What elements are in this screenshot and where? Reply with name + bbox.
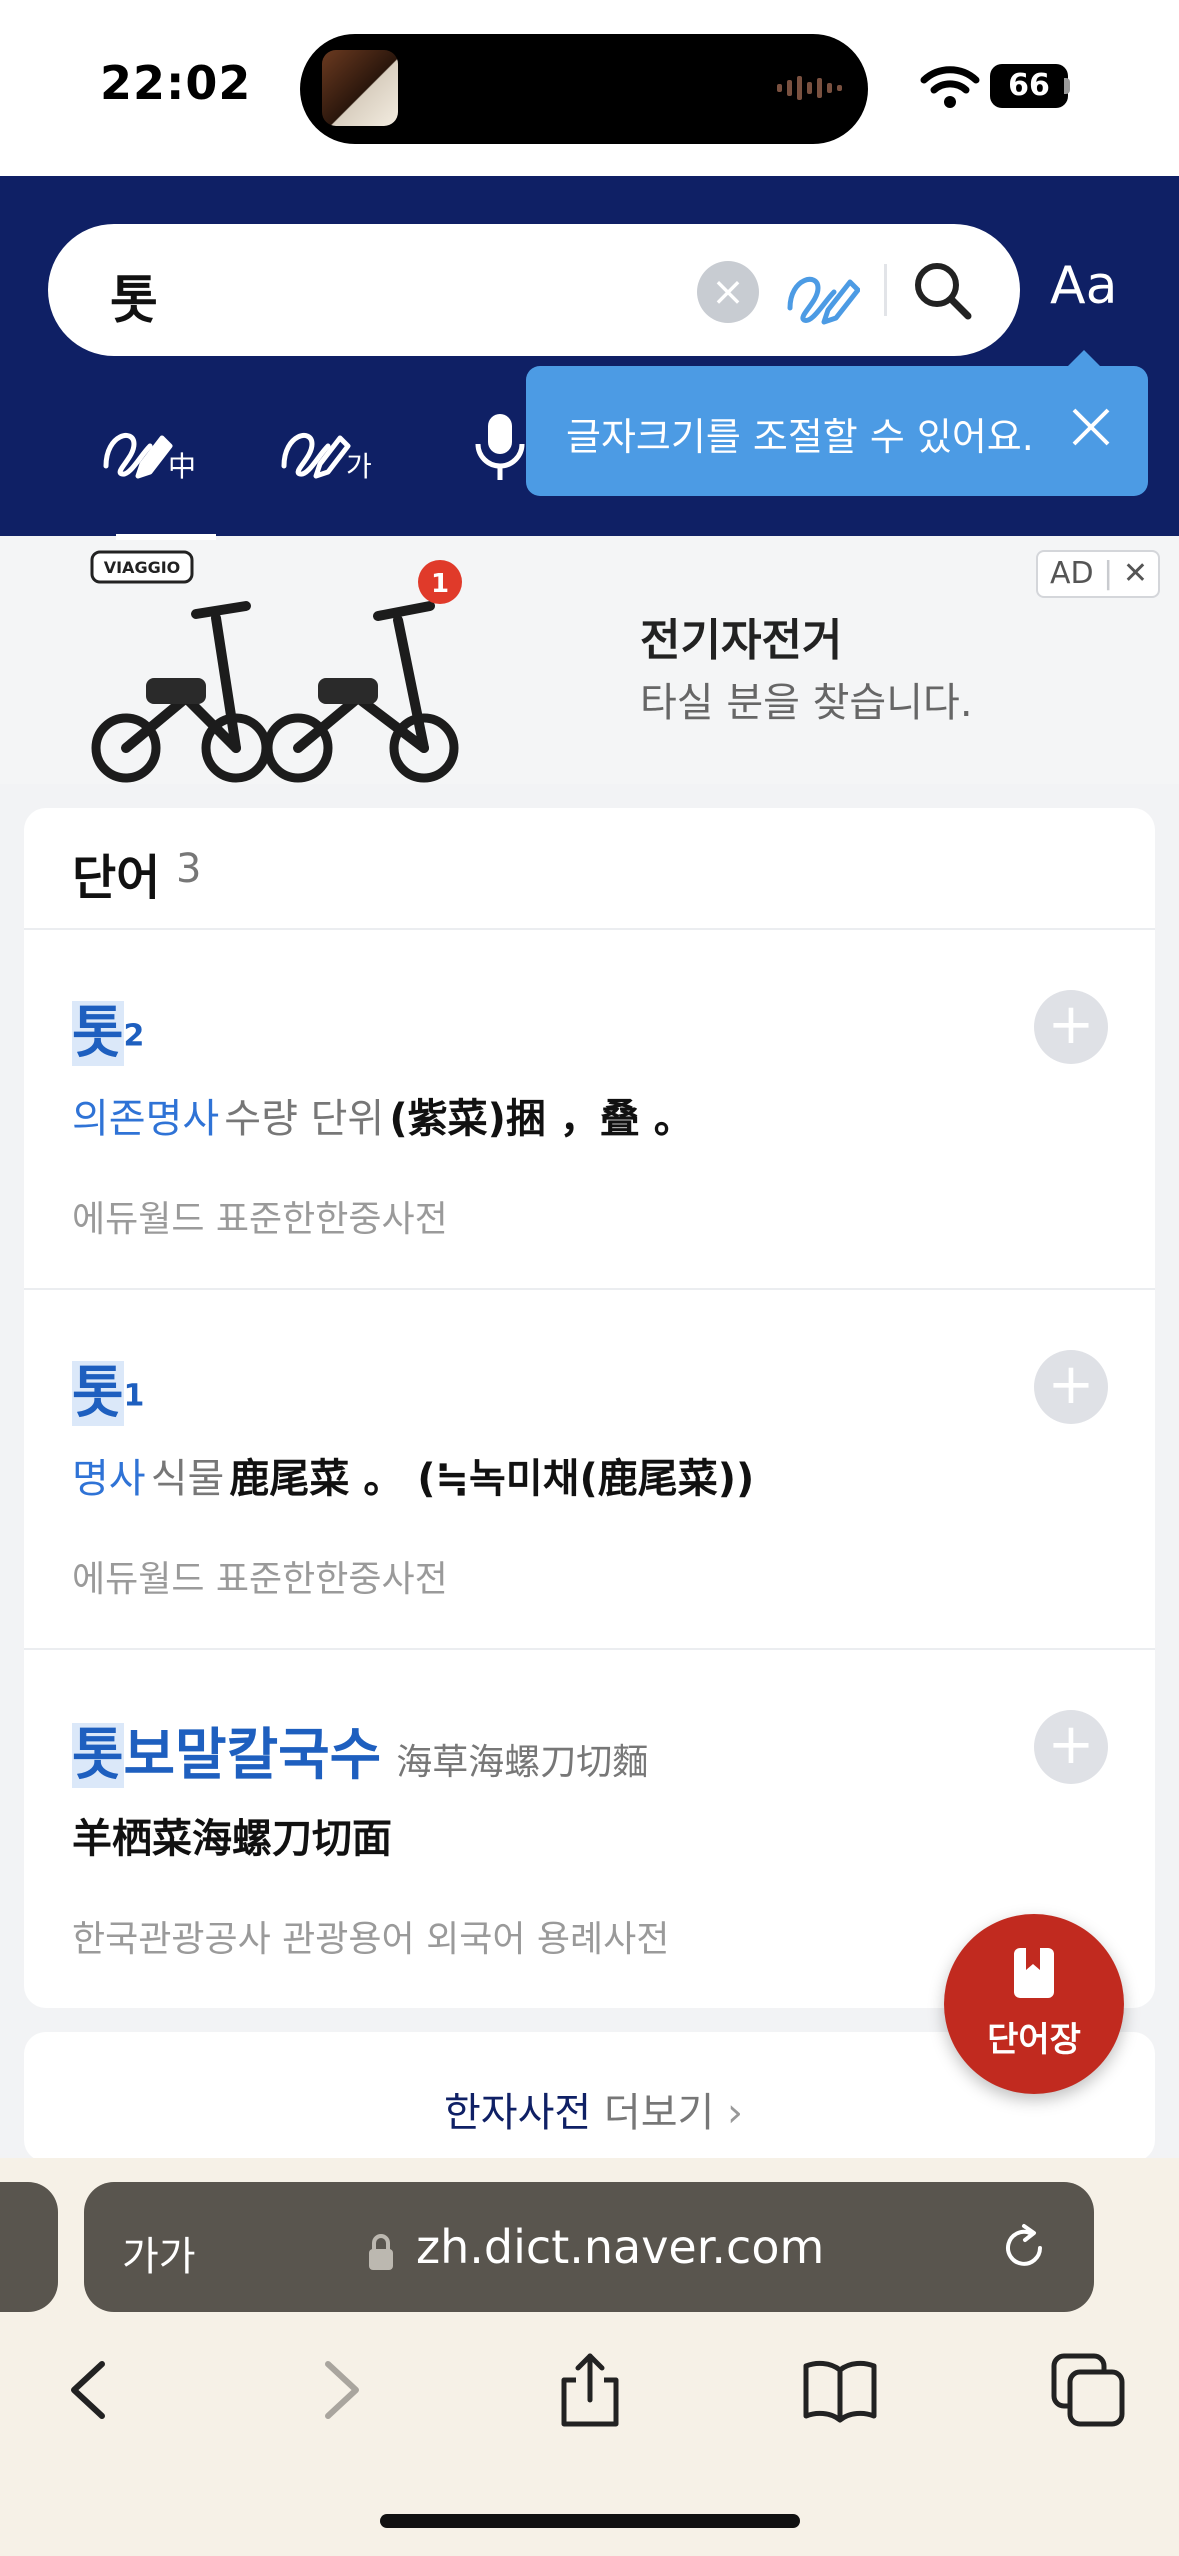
ad-image-bikes[interactable]: VIAGGIO 1 <box>86 548 476 784</box>
ad-tag-label: AD <box>1050 556 1094 591</box>
bookmarks-icon[interactable] <box>800 2350 880 2430</box>
handwriting-icon[interactable] <box>784 258 860 328</box>
tool-label-chinese: 中 <box>168 450 196 480</box>
entry-meaning: (紫菜)捆 ，叠 。 <box>389 1096 694 1142</box>
back-icon[interactable] <box>50 2350 130 2430</box>
entry-sense: 수량 단위 <box>224 1096 385 1142</box>
entry-definition: 명사 식물 鹿尾菜 。 (≒녹미채(鹿尾菜)) <box>72 1446 754 1504</box>
close-icon[interactable] <box>1066 402 1116 452</box>
entry-word-match[interactable]: 톳 <box>72 1723 124 1788</box>
battery-tip <box>1064 78 1070 94</box>
wordbook-label[interactable]: 단어장 <box>944 2012 1124 2061</box>
entry-homonym-number: 2 <box>123 1018 145 1054</box>
entry-title[interactable]: 톳2 <box>72 988 144 1069</box>
status-time: 22:02 <box>100 56 252 110</box>
tabs-icon[interactable] <box>1048 2350 1128 2430</box>
bookmark-book-icon <box>1014 1948 1054 1998</box>
handwriting-chinese-icon[interactable]: 中 <box>100 410 200 480</box>
clear-search-button[interactable]: × <box>697 261 759 323</box>
entry-homonym-number: 1 <box>123 1378 145 1414</box>
part-of-speech: 명사 <box>72 1456 146 1502</box>
reload-icon[interactable] <box>998 2222 1050 2274</box>
forward-icon[interactable] <box>300 2350 380 2430</box>
entry-definition: 의존명사 수량 단위 (紫菜)捆 ，叠 。 <box>72 1086 694 1144</box>
previous-tab-peek[interactable] <box>0 2182 58 2312</box>
chevron-right-icon: › <box>727 2090 744 2136</box>
ad-title[interactable]: 전기자전거 <box>640 604 842 668</box>
divider <box>24 1288 1155 1290</box>
close-icon[interactable]: ✕ <box>1123 556 1148 591</box>
entry-word[interactable]: 톳 <box>72 1361 124 1426</box>
hanja-dictionary-more-link[interactable]: 한자사전 더보기 › <box>444 2080 743 2138</box>
add-to-wordbook-button[interactable]: + <box>1034 990 1108 1064</box>
tooltip-text: 글자크기를 조절할 수 있어요. <box>566 415 1034 459</box>
text-size-button[interactable]: 가가 <box>122 2224 196 2282</box>
divider <box>24 1648 1155 1650</box>
entry-source[interactable]: 한국관광공사 관광용어 외국어 용례사전 <box>72 1910 669 1962</box>
tool-label-korean: 가 <box>346 450 372 480</box>
entry-meaning: 鹿尾菜 。 (≒녹미채(鹿尾菜)) <box>229 1456 755 1502</box>
entry-source[interactable]: 에듀월드 표준한한중사전 <box>72 1190 448 1242</box>
wifi-icon <box>920 66 980 108</box>
search-input[interactable] <box>48 224 1020 356</box>
ad-badge: 1 <box>431 569 449 599</box>
results-count: 3 <box>176 846 202 892</box>
entry-word[interactable]: 톳 <box>72 1001 124 1066</box>
add-to-wordbook-button[interactable]: + <box>1034 1350 1108 1424</box>
search-icon[interactable] <box>910 258 976 324</box>
ad-subtitle[interactable]: 타실 분을 찾습니다. <box>640 670 973 728</box>
results-heading: 단어 <box>72 850 161 906</box>
ad-brand-label: VIAGGIO <box>104 558 181 577</box>
entry-meaning: 羊栖菜海螺刀切面 <box>72 1816 392 1862</box>
entry-source[interactable]: 에듀월드 표준한한중사전 <box>72 1550 448 1602</box>
now-playing-artwork[interactable] <box>322 50 398 126</box>
entry-sense: 식물 <box>150 1456 225 1502</box>
ad-close-button[interactable]: AD | ✕ <box>1036 550 1160 598</box>
entry-title[interactable]: 톳보말칼국수 海草海螺刀切麵 <box>72 1710 648 1791</box>
microphone-icon[interactable] <box>470 410 530 484</box>
search-query-text[interactable]: 톳 <box>110 258 158 333</box>
divider <box>24 928 1155 930</box>
search-divider <box>884 264 887 316</box>
font-size-button[interactable]: Aa <box>1050 256 1117 316</box>
part-of-speech: 의존명사 <box>72 1096 220 1142</box>
audio-wave-icon <box>777 76 842 100</box>
home-indicator[interactable] <box>380 2514 800 2528</box>
share-icon[interactable] <box>550 2350 630 2430</box>
more-link-strong: 한자사전 <box>444 2090 592 2136</box>
handwriting-korean-icon[interactable]: 가 <box>278 410 378 480</box>
more-link-rest: 더보기 <box>603 2090 715 2136</box>
add-to-wordbook-button[interactable]: + <box>1034 1710 1108 1784</box>
entry-word-rest[interactable]: 보말칼국수 <box>124 1723 382 1788</box>
lock-icon <box>369 2234 393 2270</box>
entry-title[interactable]: 톳1 <box>72 1348 144 1429</box>
entry-hanja: 海草海螺刀切麵 <box>396 1742 649 1783</box>
url-text[interactable]: zh.dict.naver.com <box>416 2220 824 2274</box>
wordbook-fab[interactable] <box>944 1914 1124 2094</box>
battery-level: 66 <box>990 64 1068 108</box>
